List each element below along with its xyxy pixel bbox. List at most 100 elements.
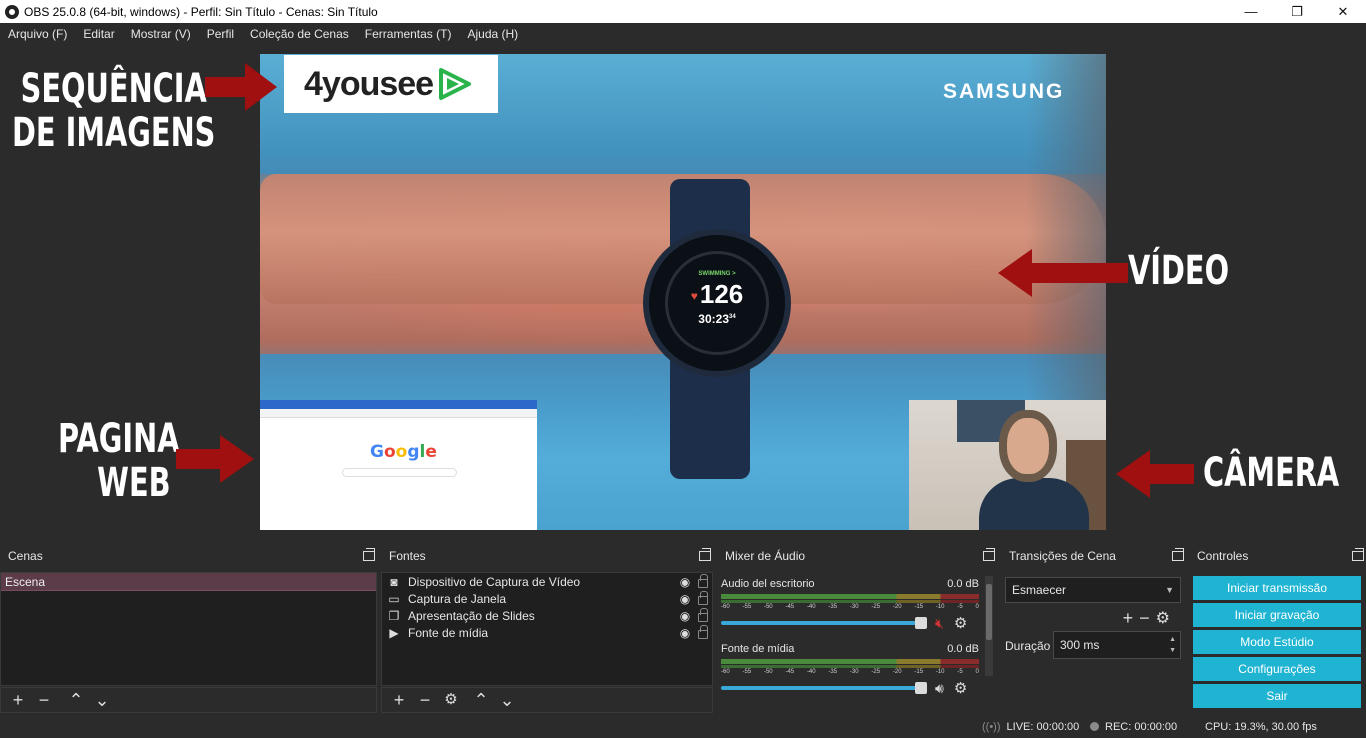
menu-arquivo[interactable]: Arquivo (F) [2,27,73,41]
window-icon: ▭ [388,591,400,606]
title-bar: OBS 25.0.8 (64-bit, windows) - Perfil: S… [0,0,1366,23]
undock-icon[interactable] [699,548,711,561]
gear-icon[interactable]: ⚙ [954,614,967,632]
add-source-button[interactable]: + [386,687,412,713]
exit-button[interactable]: Sair [1193,684,1361,708]
channel-db: 0.0 dB [947,578,979,590]
duration-input[interactable]: 300 ms ▲ ▼ [1053,631,1181,659]
slider-handle[interactable] [915,682,927,694]
mixer-channel: Audio del escritorio 0.0 dB -60 -55 -50 -45… [721,578,979,632]
move-up-button[interactable]: ⌃ [468,687,494,713]
broadcast-icon: ((•)) [982,721,1001,733]
menu-editar[interactable]: Editar [77,27,120,41]
preview-area: SWIMMING > ♥126 30:2334 4yousee SAMSUNG … [0,45,1366,540]
undock-icon[interactable] [983,548,995,561]
visibility-eye-icon[interactable]: ◉ [676,592,694,606]
add-transition-button[interactable]: + [1123,608,1134,629]
slider-handle[interactable] [915,617,927,629]
studio-mode-button[interactable]: Modo Estúdio [1193,630,1361,654]
visibility-eye-icon[interactable]: ◉ [676,575,694,589]
source-item[interactable]: ❐ Apresentação de Slides ◉ [382,607,712,624]
spin-buttons[interactable]: ▲ ▼ [1169,634,1176,656]
person-webcam [1007,418,1049,474]
gear-icon[interactable]: ⚙ [954,679,967,697]
lock-icon[interactable] [698,591,708,605]
menu-bar: Arquivo (F) Editar Mostrar (V) Perfil Co… [0,23,1366,45]
channel-name: Fonte de mídia [721,643,795,655]
volume-meter [721,659,979,664]
remove-transition-button[interactable]: − [1139,608,1150,629]
menu-perfil[interactable]: Perfil [201,27,240,41]
menu-ajuda[interactable]: Ajuda (H) [461,27,524,41]
lock-icon[interactable] [698,625,708,639]
preview-canvas[interactable]: SWIMMING > ♥126 30:2334 4yousee SAMSUNG … [260,54,1106,530]
menu-colecao-de-cenas[interactable]: Coleção de Cenas [244,27,355,41]
chevron-down-icon: ▼ [1165,585,1174,595]
scene-transitions-dock: Transições de Cena Esmaecer ▼ + − ⚙ Dura… [1001,544,1186,716]
start-streaming-button[interactable]: Iniciar transmissão [1193,576,1361,600]
visibility-eye-icon[interactable]: ◉ [676,626,694,640]
visibility-eye-icon[interactable]: ◉ [676,609,694,623]
scenes-dock: Cenas Escena + − ⌃ ⌄ [0,544,377,716]
undock-icon[interactable] [363,548,375,561]
start-recording-button[interactable]: Iniciar gravação [1193,603,1361,627]
menu-mostrar[interactable]: Mostrar (V) [125,27,197,41]
annotation-image-sequence: SEQUÊNCIA DE IMAGENS [12,66,216,156]
channel-name: Audio del escritorio [721,578,815,590]
remove-source-button[interactable]: − [412,687,438,713]
muted-speaker-icon[interactable]: 🔇︎ [935,615,944,632]
watch-heart-rate: ♥126 [690,278,744,309]
sources-dock: Fontes ◙ Dispositivo de Captura de Vídeo… [381,544,713,716]
channel-db: 0.0 dB [947,643,979,655]
obs-window: OBS 25.0.8 (64-bit, windows) - Perfil: S… [0,0,1366,738]
transition-gear-icon[interactable]: ⚙ [1156,608,1170,629]
camera-source[interactable] [909,400,1106,530]
remove-scene-button[interactable]: − [31,687,57,713]
settings-button[interactable]: Configurações [1193,657,1361,681]
undock-icon[interactable] [1172,548,1184,561]
source-item[interactable]: ▭ Captura de Janela ◉ [382,590,712,607]
menu-ferramentas[interactable]: Ferramentas (T) [359,27,458,41]
samsung-watermark: SAMSUNG [943,80,1065,103]
close-button[interactable]: ✕ [1320,0,1366,23]
source-item[interactable]: ▶ Fonte de mídia ◉ [382,624,712,641]
lock-icon[interactable] [698,574,708,588]
move-down-button[interactable]: ⌄ [89,687,115,713]
audio-mixer-dock: Mixer de Áudio Audio del escritorio 0.0 … [717,544,997,717]
dock-area: Cenas Escena + − ⌃ ⌄ Fontes ◙ Dispositiv… [0,540,1366,717]
google-search-box [342,468,457,477]
volume-slider[interactable] [721,617,927,629]
volume-meter [721,594,979,599]
scenes-toolbar: + − ⌃ ⌄ [0,687,377,713]
minimize-button[interactable]: — [1228,0,1274,23]
move-up-button[interactable]: ⌃ [63,687,89,713]
brand-logo-text: 4yousee [304,64,434,103]
scenes-list: Escena [0,572,377,686]
rec-status: REC: 00:00:00 [1090,721,1177,733]
add-scene-button[interactable]: + [5,687,31,713]
record-dot-icon [1090,722,1099,731]
browser-tabs [260,400,537,409]
window-controls: — ❐ ✕ [1228,0,1366,23]
image-sequence-source[interactable]: 4yousee [284,55,498,113]
undock-icon[interactable] [1352,548,1364,561]
lock-icon[interactable] [698,608,708,622]
duration-label: Duração [1005,639,1051,653]
volume-slider[interactable] [721,682,927,694]
sources-title: Fontes [389,549,426,563]
scene-item[interactable]: Escena [1,573,376,591]
google-logo: Google [370,442,437,462]
mixer-scrollbar[interactable] [985,576,993,676]
browser-address-bar [260,409,537,418]
status-bar: ((•)) LIVE: 00:00:00 REC: 00:00:00 CPU: 1… [0,716,1366,738]
maximize-button[interactable]: ❐ [1274,0,1320,23]
web-page-source[interactable]: Google [260,400,537,530]
sources-toolbar: + − ⚙ ⌃ ⌄ [381,687,713,713]
heart-icon: ♥ [690,288,698,303]
speaker-icon[interactable]: 🔊︎ [935,680,944,697]
move-down-button[interactable]: ⌄ [494,687,520,713]
source-properties-gear-icon[interactable]: ⚙ [438,687,464,713]
mixer-channel: Fonte de mídia 0.0 dB -60 -55 -50 -45 -40 -35… [721,643,979,697]
source-item[interactable]: ◙ Dispositivo de Captura de Vídeo ◉ [382,573,712,590]
transition-select[interactable]: Esmaecer ▼ [1005,577,1181,603]
